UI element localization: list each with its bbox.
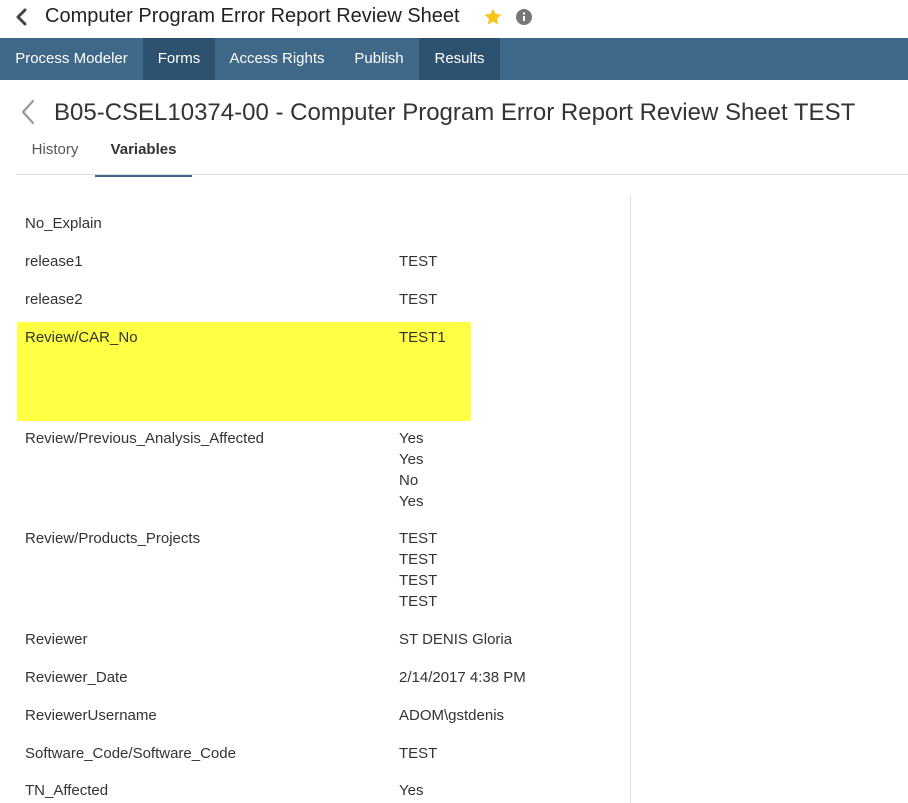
variable-value: TEST1 [399,329,446,346]
tab-divider [16,174,908,175]
variable-value: TEST [399,530,438,547]
variable-value: TEST [399,253,438,270]
variable-name: release2 [25,291,83,308]
variable-name: TN_Affected [25,782,109,799]
variable-name: Reviewer_Date [25,669,128,686]
variable-name: Reviewer [25,631,88,648]
variable-name: Review/Previous_Analysis_Affected [25,430,265,447]
variable-values: 2/14/2017 4:38 PM [399,667,526,688]
variable-values: TEST1 [399,327,446,348]
variable-name: Review/Products_Projects [25,530,201,547]
variable-values: TEST [399,251,437,272]
variable-values: TEST [399,289,437,310]
variable-value: Yes [399,782,424,799]
variable-value: TEST [399,551,438,568]
variable-value: TEST [399,291,438,308]
variable-values: ADOM\gstdenis [399,705,504,726]
favorite-star-icon[interactable] [483,7,503,27]
nav-item-publish[interactable]: Publish [339,38,419,80]
window-title: Computer Program Error Report Review She… [45,5,460,27]
nav-item-results[interactable]: Results [419,38,500,80]
nav-item-access-rights[interactable]: Access Rights [215,38,339,80]
variable-values: Yes [399,780,423,801]
variable-value: TEST [399,572,438,589]
variables-panel: No_Explain release1 TEST release2 TEST R… [16,196,631,803]
variable-values: TEST [399,743,437,764]
nav-item-forms[interactable]: Forms [143,38,215,80]
main-nav-bar: Process Modeler Forms Access Rights Publ… [0,38,908,80]
variable-value: ADOM\gstdenis [399,707,505,724]
page-back-chevron-icon[interactable] [18,98,38,126]
page-title: B05-CSEL10374-00 - Computer Program Erro… [54,99,856,126]
info-icon[interactable] [516,9,532,25]
variable-value: TEST [399,745,438,762]
variable-name: Software_Code/Software_Code [25,745,236,762]
variable-name: release1 [25,253,83,270]
variable-value: ST DENIS Gloria [399,631,513,648]
tab-history[interactable]: History [16,140,94,174]
variable-value: Yes [399,493,424,510]
variable-name: ReviewerUsername [25,707,157,724]
variable-values: TEST TEST TEST TEST [399,528,437,612]
variable-name: No_Explain [25,215,102,232]
back-chevron-icon[interactable] [12,7,32,27]
variable-value: 2/14/2017 4:38 PM [399,669,526,686]
tab-variables[interactable]: Variables [95,140,192,177]
variable-values: ST DENIS Gloria [399,629,512,650]
variable-value: Yes [399,430,424,447]
variable-value: TEST [399,593,438,610]
title-bar: Computer Program Error Report Review She… [0,0,908,38]
variable-value: No [399,472,419,489]
nav-item-process-modeler[interactable]: Process Modeler [0,38,143,80]
variable-name: Review/CAR_No [25,329,138,346]
variable-value: Yes [399,451,424,468]
variable-values: Yes Yes No Yes [399,428,423,512]
